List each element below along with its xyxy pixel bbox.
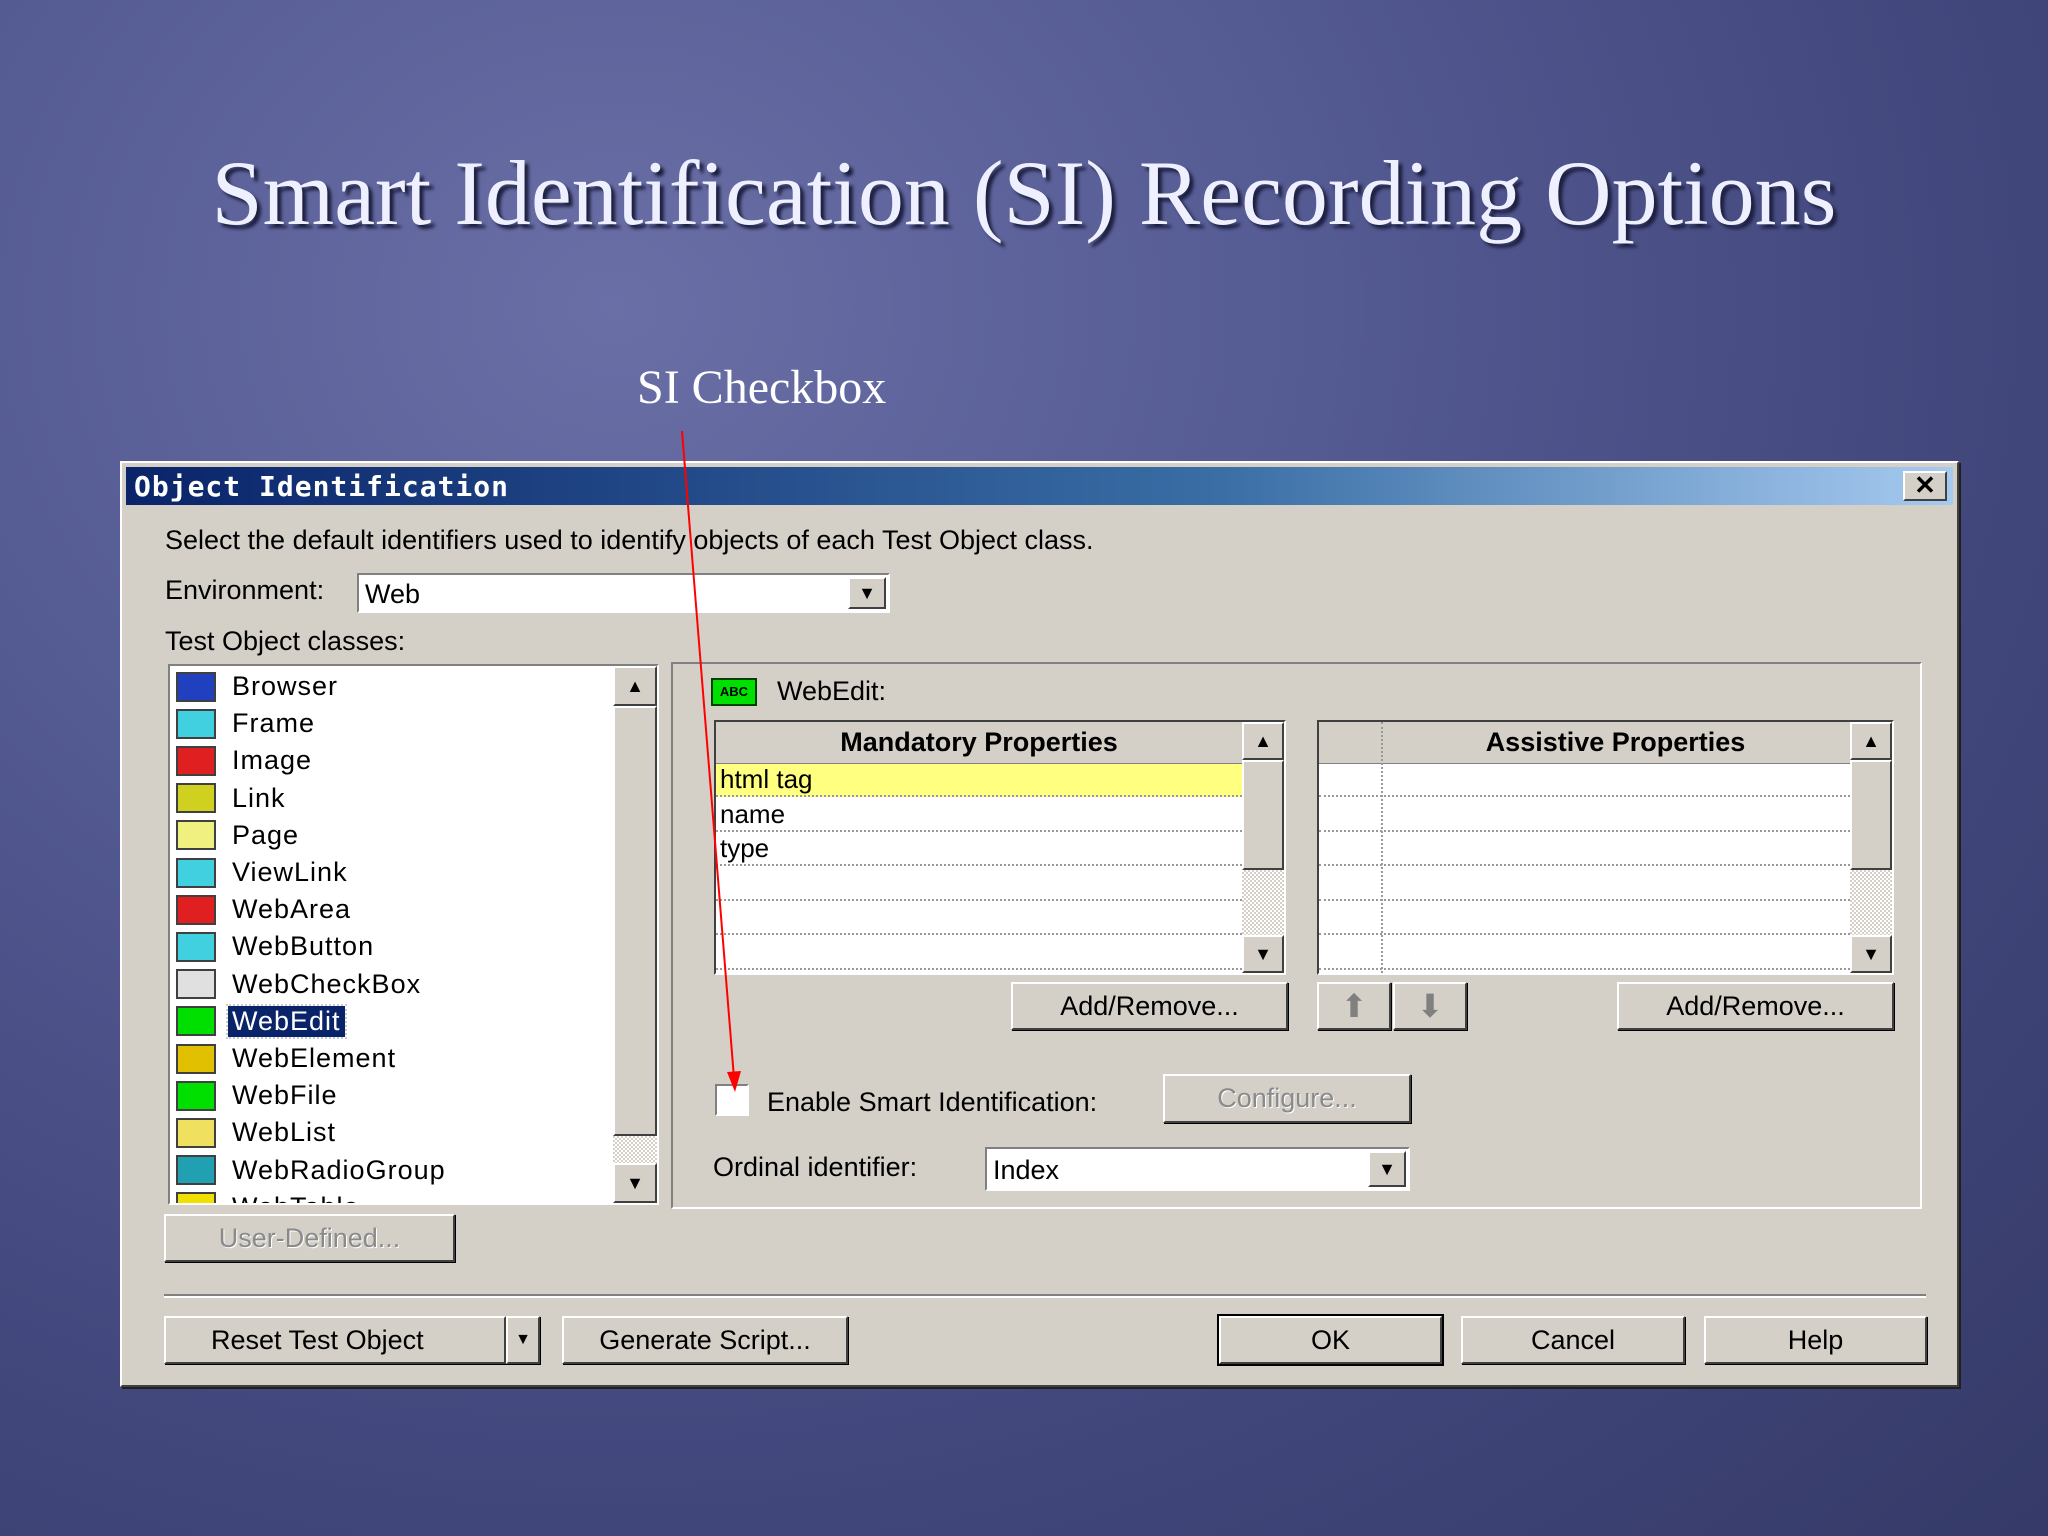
callout-arrow [681, 430, 741, 1092]
